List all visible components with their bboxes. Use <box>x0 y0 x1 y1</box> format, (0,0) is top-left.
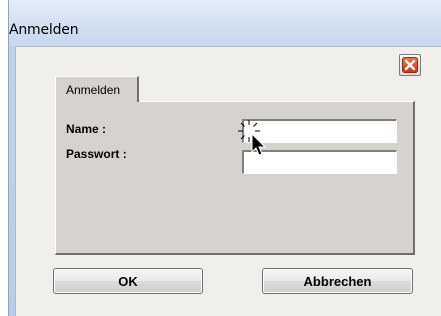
ok-button[interactable]: OK <box>53 268 203 294</box>
busy-cursor-icon <box>238 120 267 156</box>
title-bar[interactable]: Anmelden <box>9 0 441 46</box>
name-label: Name : <box>66 122 107 136</box>
close-icon <box>402 57 418 73</box>
close-button[interactable] <box>399 54 421 76</box>
tab-label: Anmelden <box>66 83 121 97</box>
tab-anmelden[interactable]: Anmelden <box>55 76 139 102</box>
password-label: Passwort : <box>66 147 127 161</box>
window-title: Anmelden <box>9 22 79 38</box>
cancel-button[interactable]: Abbrechen <box>262 268 413 294</box>
